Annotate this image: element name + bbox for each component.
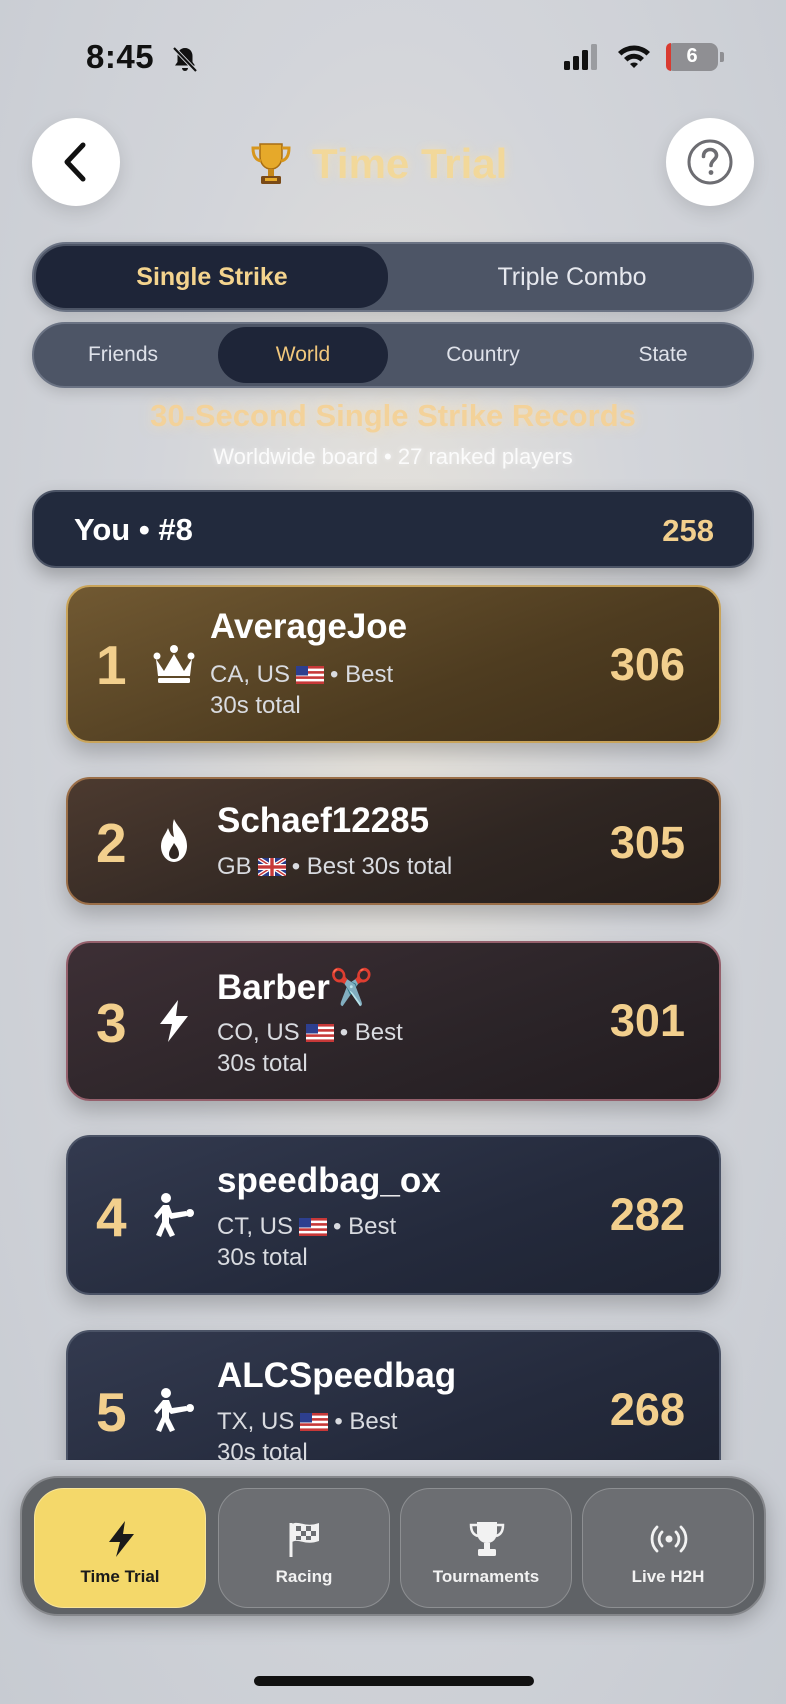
tab-time-trial[interactable]: Time Trial (34, 1488, 206, 1608)
your-rank-label: You • #8 (74, 512, 193, 547)
leaderboard-row[interactable]: 5 ALCSpeedbag TX, US • Best 30s total 268 (66, 1330, 721, 1460)
player-score: 282 (609, 1189, 685, 1240)
player-name: AverageJoe (210, 607, 408, 646)
tab-label: Live H2H (631, 1567, 705, 1586)
wifi-icon (618, 45, 650, 68)
help-button[interactable] (666, 118, 754, 206)
tab-single-strike[interactable]: Single Strike (36, 246, 388, 308)
your-score: 258 (662, 513, 714, 548)
scope-segmented-control: Friends World Country State (32, 322, 754, 388)
tab-world[interactable]: World (218, 327, 388, 383)
checkered-flag-icon (289, 1522, 319, 1557)
flame-icon (161, 819, 187, 862)
cellular-signal-icon (564, 44, 597, 70)
tab-racing[interactable]: Racing (218, 1488, 390, 1608)
tab-country[interactable]: Country (396, 324, 570, 386)
player-meta: CA, US • Best 30s total (210, 661, 394, 719)
bottom-tab-bar: Time Trial Racing Tournaments Live H2H (20, 1476, 766, 1616)
player-meta: CT, US • Best 30s total (217, 1213, 397, 1271)
broadcast-icon (650, 1525, 688, 1553)
battery-indicator: 6 (666, 43, 718, 71)
us-flag-icon (299, 1218, 328, 1236)
chevron-left-icon (64, 142, 86, 182)
leaderboard-row[interactable]: 3 Barber✂️ CO, US • Best 30s total 301 (66, 941, 721, 1101)
tab-live-h2h[interactable]: Live H2H (582, 1488, 754, 1608)
rank-number: 3 (96, 992, 127, 1054)
boxer-icon (154, 1388, 194, 1432)
board-subtitle: Worldwide board • 27 ranked players (213, 444, 573, 469)
tab-label: Time Trial (80, 1567, 160, 1586)
player-score: 305 (609, 817, 685, 868)
back-button[interactable] (32, 118, 120, 206)
leaderboard-row[interactable]: 4 speedbag_ox CT, US • Best 30s total 282 (66, 1135, 721, 1295)
status-time: 8:45 (86, 38, 155, 75)
question-mark-icon (687, 139, 733, 185)
player-score: 301 (609, 995, 685, 1046)
rank-number: 4 (96, 1186, 127, 1248)
us-flag-icon (296, 666, 325, 684)
tab-tournaments[interactable]: Tournaments (400, 1488, 572, 1608)
rank-number: 1 (96, 634, 127, 696)
your-rank-bar[interactable]: You • #8 258 (32, 490, 754, 568)
trophy-icon (251, 143, 291, 184)
player-name: Barber✂️ (217, 968, 374, 1007)
tab-label: Racing (275, 1567, 333, 1586)
us-flag-icon (305, 1024, 334, 1042)
player-meta: GB • Best 30s total (217, 853, 453, 880)
tab-triple-combo[interactable]: Triple Combo (394, 244, 750, 310)
player-meta: TX, US • Best 30s total (217, 1408, 398, 1460)
battery-tip (720, 52, 724, 62)
player-score: 268 (609, 1384, 685, 1435)
leaderboard-row[interactable]: 2 Schaef12285 GB • Best 30s total 305 (66, 777, 721, 905)
mode-segmented-control: Single Strike Triple Combo (32, 242, 754, 312)
tab-label: Tournaments (432, 1567, 540, 1586)
board-title: 30-Second Single Strike Records (150, 398, 636, 433)
player-name: ALCSpeedbag (217, 1356, 457, 1395)
trophy-icon (469, 1522, 505, 1556)
player-score: 306 (609, 639, 685, 690)
boxer-icon (154, 1193, 194, 1237)
player-meta: CO, US • Best 30s total (217, 1019, 403, 1077)
uk-flag-icon (257, 858, 286, 876)
bell-off-icon (172, 46, 198, 73)
leaderboard-list[interactable]: 1 AverageJoe CA, US • Best 30s total 306 2… (0, 578, 786, 1460)
leaderboard-row[interactable]: 1 AverageJoe CA, US • Best 30s total 306 (66, 585, 721, 743)
us-flag-icon (300, 1413, 329, 1431)
crown-icon (153, 645, 195, 683)
tab-state[interactable]: State (574, 324, 752, 386)
rank-number: 2 (96, 812, 127, 874)
lightning-icon (109, 1521, 134, 1557)
rank-number: 5 (96, 1381, 127, 1443)
tab-friends[interactable]: Friends (36, 324, 210, 386)
status-bar: 8:45 6 (0, 0, 786, 118)
page-header: Time Trial (250, 136, 507, 192)
page-title: Time Trial (312, 140, 508, 187)
player-name: speedbag_ox (217, 1161, 441, 1200)
player-name: Schaef12285 (217, 801, 430, 840)
lightning-icon (160, 1000, 188, 1042)
battery-level: 6 (686, 45, 698, 67)
home-indicator[interactable] (254, 1676, 534, 1686)
